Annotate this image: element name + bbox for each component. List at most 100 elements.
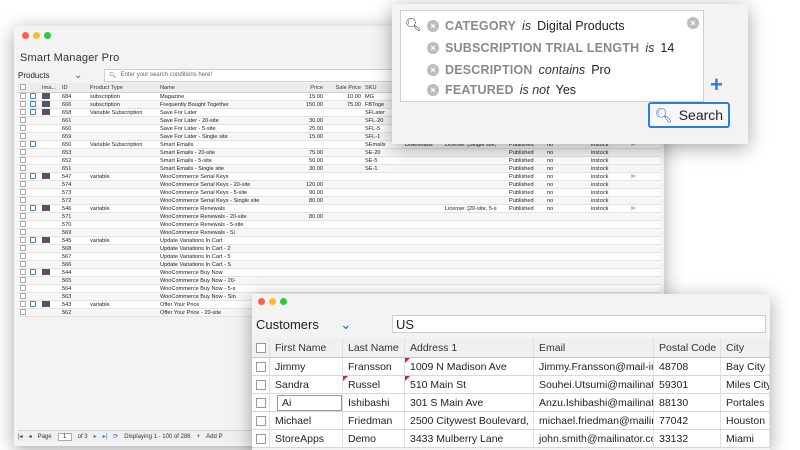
- cell-sku[interactable]: SE-5: [363, 158, 403, 164]
- row-checkbox[interactable]: [20, 204, 26, 211]
- cell-price[interactable]: 80.00: [298, 198, 325, 204]
- condition-value[interactable]: 14: [660, 41, 674, 55]
- cell-price[interactable]: 30.00: [298, 166, 325, 172]
- row-action-icon[interactable]: ⊫: [631, 174, 636, 180]
- cell-id[interactable]: 562: [60, 310, 88, 316]
- cell-id[interactable]: 573: [60, 190, 88, 196]
- cell-id[interactable]: 653: [60, 150, 88, 156]
- row-checkbox[interactable]: [20, 212, 26, 219]
- row-checkbox[interactable]: [255, 361, 266, 372]
- edit-icon[interactable]: [30, 140, 36, 147]
- table-row[interactable]: 652 Smart Emails - 5-site 50.00 SE-5 Publish…: [18, 156, 660, 165]
- table-row[interactable]: Michael Friedman 2500 Citywest Boulevard, m…: [252, 412, 770, 430]
- cell-name[interactable]: Smart Emails - Single site: [158, 166, 298, 172]
- cell-city[interactable]: Portales: [721, 394, 770, 411]
- last-page-icon[interactable]: ▸|: [103, 433, 108, 440]
- table-row[interactable]: 565 WooCommerce Buy Now - 20-: [18, 276, 660, 285]
- cell-name[interactable]: Save For Later - 20-site: [158, 118, 298, 124]
- zoom-window-button[interactable]: [44, 32, 51, 39]
- table-row[interactable]: 572 WooCommerce Serial Keys - Single site…: [18, 196, 660, 205]
- edit-icon[interactable]: [30, 268, 36, 275]
- cell-type[interactable]: subscription: [88, 94, 158, 100]
- select-all-checkbox[interactable]: [255, 342, 266, 353]
- condition-operator[interactable]: is not: [520, 83, 550, 97]
- cell-name[interactable]: WooCommerce Renewals - 5-site: [158, 222, 298, 228]
- cell-id[interactable]: 547: [60, 174, 88, 180]
- cell-name[interactable]: WooCommerce Renewals - 20-site: [158, 214, 298, 220]
- cell-stock[interactable]: instock: [589, 158, 629, 164]
- cell-city[interactable]: Miles City: [721, 376, 770, 393]
- cell-id[interactable]: 565: [60, 278, 88, 284]
- cell-address[interactable]: 1009 N Madison Ave: [405, 358, 534, 375]
- cell-first-name[interactable]: Jimmy: [270, 358, 343, 375]
- remove-condition-icon[interactable]: ×: [427, 64, 439, 76]
- cell-name[interactable]: WooCommerce Serial Keys: [158, 174, 298, 180]
- cell-last-name[interactable]: Fransson: [343, 358, 405, 375]
- cell-first-name[interactable]: Michael: [270, 412, 343, 429]
- cell-lic[interactable]: License: [20-site, 5-s: [443, 206, 507, 212]
- cell-city[interactable]: Miami: [721, 430, 770, 447]
- row-checkbox[interactable]: [255, 415, 266, 426]
- table-row[interactable]: 570 WooCommerce Renewals - 5-site: [18, 220, 660, 229]
- table-row[interactable]: 571 WooCommerce Renewals - 20-site 80.00: [18, 212, 660, 221]
- row-checkbox[interactable]: [20, 260, 26, 267]
- cell-id[interactable]: 666: [60, 102, 88, 108]
- row-checkbox[interactable]: [20, 244, 26, 251]
- cell-id[interactable]: 569: [60, 230, 88, 236]
- table-row[interactable]: 651 Smart Emails - Single site 30.00 SE-1 Pu…: [18, 164, 660, 173]
- cell-postal-code[interactable]: 77042: [654, 412, 721, 429]
- cell-price[interactable]: 15.00: [298, 134, 325, 140]
- add-condition-icon[interactable]: +: [710, 72, 723, 98]
- cell-name[interactable]: WooCommerce Buy Now: [158, 270, 298, 276]
- cell-pub[interactable]: Published: [507, 174, 545, 180]
- row-checkbox[interactable]: [20, 148, 26, 155]
- column-header[interactable]: Ima...: [40, 85, 60, 91]
- cell-id[interactable]: 567: [60, 254, 88, 260]
- cell-price[interactable]: 90.00: [298, 190, 325, 196]
- cell-sale[interactable]: 75.00: [325, 102, 363, 108]
- cell-id[interactable]: 659: [60, 134, 88, 140]
- row-checkbox[interactable]: [20, 132, 26, 139]
- cell-price[interactable]: 150.00: [298, 102, 325, 108]
- table-row[interactable]: 564 WooCommerce Buy Now - 5-s: [18, 284, 660, 293]
- search-condition[interactable]: × SUBSCRIPTION TRIAL LENGTH is 14: [427, 41, 674, 55]
- cell-pub[interactable]: Published: [507, 166, 545, 172]
- cell-name[interactable]: Frequently Bought Together: [158, 102, 298, 108]
- cell-feat[interactable]: no: [545, 158, 589, 164]
- cell-id[interactable]: 564: [60, 286, 88, 292]
- next-page-icon[interactable]: ▸: [94, 433, 97, 440]
- search-button[interactable]: 🔍︎ Search: [648, 102, 730, 128]
- cell-id[interactable]: 661: [60, 118, 88, 124]
- cell-id[interactable]: 652: [60, 158, 88, 164]
- row-checkbox[interactable]: [20, 116, 26, 123]
- table-row[interactable]: Ai Ishibashi 301 S Main Ave Anzu.Ishibashi@…: [252, 394, 770, 412]
- cell-price[interactable]: 25.00: [298, 126, 325, 132]
- row-checkbox[interactable]: [20, 188, 26, 195]
- condition-value[interactable]: Yes: [556, 83, 576, 97]
- cell-stock[interactable]: instock: [589, 174, 629, 180]
- row-checkbox[interactable]: [255, 397, 266, 408]
- row-checkbox[interactable]: [20, 308, 26, 315]
- cell-id[interactable]: 571: [60, 214, 88, 220]
- cell-price[interactable]: 120.00: [298, 182, 325, 188]
- select-all-checkbox[interactable]: [20, 83, 26, 90]
- dashboard-select[interactable]: Products: [18, 71, 70, 80]
- cell-type[interactable]: variable: [88, 238, 158, 244]
- search-conditions-box[interactable]: 🔍︎ × CATEGORY is Digital Products × SUBSCRIPT…: [400, 10, 704, 102]
- column-header[interactable]: Last Name: [343, 338, 405, 357]
- search-condition[interactable]: × DESCRIPTION contains Pro: [427, 63, 611, 77]
- cell-id[interactable]: 658: [60, 110, 88, 116]
- cell-id[interactable]: 684: [60, 94, 88, 100]
- cell-name[interactable]: Update Variations In Cart: [158, 238, 298, 244]
- cell-stock[interactable]: instock: [589, 190, 629, 196]
- edit-icon[interactable]: [30, 204, 36, 211]
- clear-all-icon[interactable]: ×: [687, 17, 699, 29]
- column-header[interactable]: ID: [60, 85, 88, 91]
- dashboard-select[interactable]: Customers: [256, 317, 340, 332]
- row-checkbox[interactable]: [20, 276, 26, 283]
- column-header[interactable]: Price: [298, 85, 325, 91]
- cell-type[interactable]: variable: [88, 174, 158, 180]
- table-row[interactable]: 567 Update Variations In Cart - 5: [18, 252, 660, 261]
- cell-feat[interactable]: no: [545, 198, 589, 204]
- cell-id[interactable]: 546: [60, 206, 88, 212]
